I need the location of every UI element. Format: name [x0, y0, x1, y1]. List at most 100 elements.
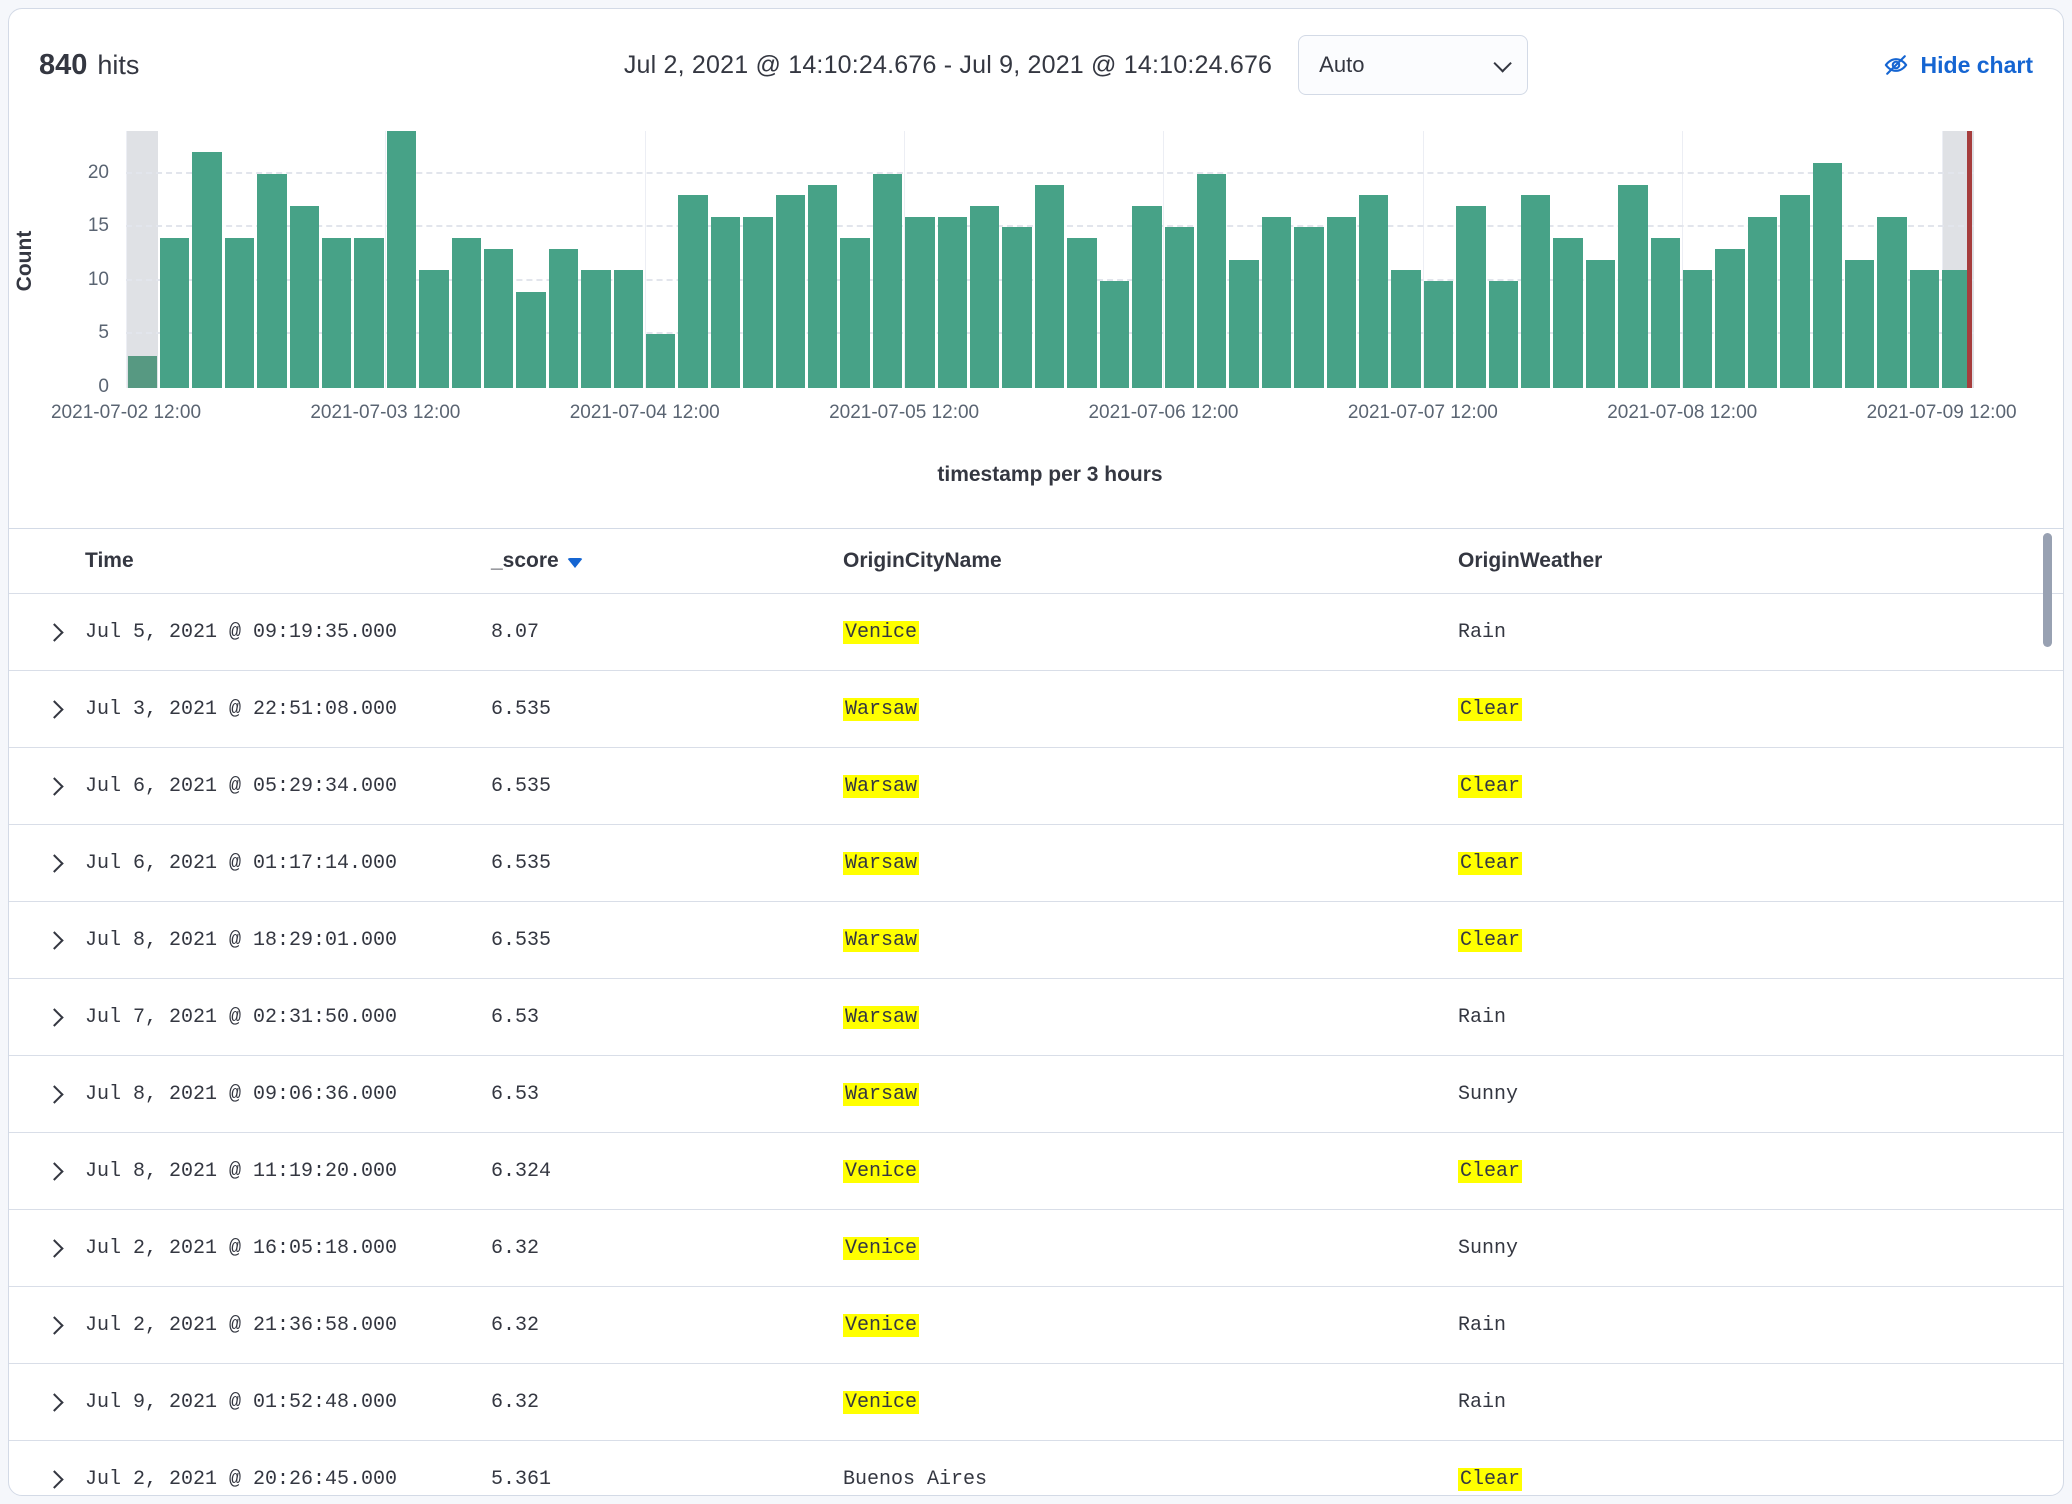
histogram-bar[interactable]	[1586, 260, 1615, 389]
y-tick-label: 10	[17, 269, 109, 291]
histogram-bar[interactable]	[1294, 227, 1323, 388]
histogram-bar[interactable]	[1651, 238, 1680, 388]
expand-row-button[interactable]	[31, 626, 77, 639]
expand-row-button[interactable]	[31, 1165, 77, 1178]
x-tick-label: 2021-07-07 12:00	[1348, 402, 1498, 424]
expand-row-button[interactable]	[31, 1319, 77, 1332]
histogram-bar[interactable]	[1910, 270, 1939, 388]
bar-slot	[1779, 131, 1811, 388]
histogram-bar[interactable]	[581, 270, 610, 388]
column-header-origincityname[interactable]: OriginCityName	[835, 549, 1450, 573]
bar-slot	[839, 131, 871, 388]
histogram-bar[interactable]	[1456, 206, 1485, 388]
interval-select-value: Auto	[1319, 52, 1364, 78]
histogram-bar[interactable]	[1359, 195, 1388, 388]
histogram-bar[interactable]	[1877, 217, 1906, 388]
histogram-bar[interactable]	[1521, 195, 1550, 388]
histogram-bar[interactable]	[905, 217, 934, 388]
histogram-bar[interactable]	[1132, 206, 1161, 388]
histogram-bar[interactable]	[1229, 260, 1258, 389]
histogram-bar[interactable]	[128, 356, 157, 388]
histogram-bar[interactable]	[290, 206, 319, 388]
bar-slot	[353, 131, 385, 388]
histogram-bar[interactable]	[225, 238, 254, 388]
expand-row-button[interactable]	[31, 1242, 77, 1255]
bar-slot	[969, 131, 1001, 388]
expand-row-button[interactable]	[31, 780, 77, 793]
histogram-bar[interactable]	[1197, 174, 1226, 388]
time-cell: Jul 2, 2021 @ 21:36:58.000	[77, 1314, 483, 1337]
histogram-bar[interactable]	[1845, 260, 1874, 389]
histogram-bar[interactable]	[257, 174, 286, 388]
histogram-bar[interactable]	[1715, 249, 1744, 388]
score-cell: 6.324	[483, 1160, 835, 1183]
histogram-bar[interactable]	[516, 292, 545, 388]
score-cell-value: 6.32	[491, 1314, 539, 1337]
expand-row-button[interactable]	[31, 1396, 77, 1409]
histogram-bar[interactable]	[678, 195, 707, 388]
histogram-bar[interactable]	[1813, 163, 1842, 388]
histogram-bar[interactable]	[452, 238, 481, 388]
histogram-bar[interactable]	[160, 238, 189, 388]
x-tick-label: 2021-07-08 12:00	[1607, 402, 1757, 424]
histogram-bar[interactable]	[938, 217, 967, 388]
histogram-bar[interactable]	[1165, 227, 1194, 388]
histogram-bar[interactable]	[1780, 195, 1809, 388]
histogram-bar[interactable]	[1327, 217, 1356, 388]
bar-slot	[1584, 131, 1616, 388]
histogram-bar[interactable]	[808, 185, 837, 388]
column-header-time[interactable]: Time	[77, 549, 483, 573]
y-axis-title: Count	[13, 181, 37, 341]
chart-header: 840 hits Jul 2, 2021 @ 14:10:24.676 - Ju…	[9, 9, 2063, 121]
histogram-bar[interactable]	[1424, 281, 1453, 388]
histogram-bar[interactable]	[743, 217, 772, 388]
origin-weather-cell: Clear	[1450, 852, 2063, 875]
histogram-bar[interactable]	[387, 131, 416, 388]
sort-desc-icon[interactable]	[567, 558, 583, 568]
histogram-bar[interactable]	[1002, 227, 1031, 388]
histogram-bar[interactable]	[1262, 217, 1291, 388]
expand-row-button[interactable]	[31, 857, 77, 870]
hide-chart-button[interactable]: Hide chart	[1783, 52, 2033, 79]
histogram-bar[interactable]	[419, 270, 448, 388]
histogram-bar[interactable]	[549, 249, 578, 388]
origin-city-cell-value: Warsaw	[843, 929, 919, 952]
histogram-bar[interactable]	[192, 152, 221, 388]
column-header-score[interactable]: _score	[483, 549, 835, 573]
vertical-scrollbar-thumb[interactable]	[2043, 533, 2052, 647]
histogram-bar[interactable]	[646, 334, 675, 388]
expand-row-button[interactable]	[31, 703, 77, 716]
histogram-bar[interactable]	[1035, 185, 1064, 388]
expand-row-button[interactable]	[31, 934, 77, 947]
histogram-bar[interactable]	[354, 238, 383, 388]
origin-weather-cell: Rain	[1450, 1314, 2063, 1337]
bar-slot	[1552, 131, 1584, 388]
histogram-bar[interactable]	[840, 238, 869, 388]
histogram-plot-area[interactable]	[126, 131, 1974, 388]
expand-row-button[interactable]	[31, 1473, 77, 1486]
bar-slot	[742, 131, 774, 388]
histogram-bar[interactable]	[484, 249, 513, 388]
histogram-bar[interactable]	[1618, 185, 1647, 388]
histogram-bar[interactable]	[873, 174, 902, 388]
origin-city-cell-value: Warsaw	[843, 1083, 919, 1106]
histogram-bar[interactable]	[322, 238, 351, 388]
histogram-bar[interactable]	[1553, 238, 1582, 388]
histogram-bar[interactable]	[1683, 270, 1712, 388]
origin-weather-cell-value: Clear	[1458, 1160, 1522, 1183]
column-header-label: _score	[491, 549, 559, 573]
histogram-bar[interactable]	[1489, 281, 1518, 388]
histogram-bar[interactable]	[970, 206, 999, 388]
bar-slot	[547, 131, 579, 388]
histogram-bar[interactable]	[1100, 281, 1129, 388]
expand-row-button[interactable]	[31, 1011, 77, 1024]
expand-row-button[interactable]	[31, 1088, 77, 1101]
interval-select[interactable]: Auto	[1298, 35, 1528, 95]
histogram-bar[interactable]	[1391, 270, 1420, 388]
histogram-bar[interactable]	[711, 217, 740, 388]
column-header-originweather[interactable]: OriginWeather	[1450, 549, 2063, 573]
histogram-bar[interactable]	[1748, 217, 1777, 388]
histogram-bar[interactable]	[1067, 238, 1096, 388]
histogram-bar[interactable]	[776, 195, 805, 388]
histogram-bar[interactable]	[614, 270, 643, 388]
